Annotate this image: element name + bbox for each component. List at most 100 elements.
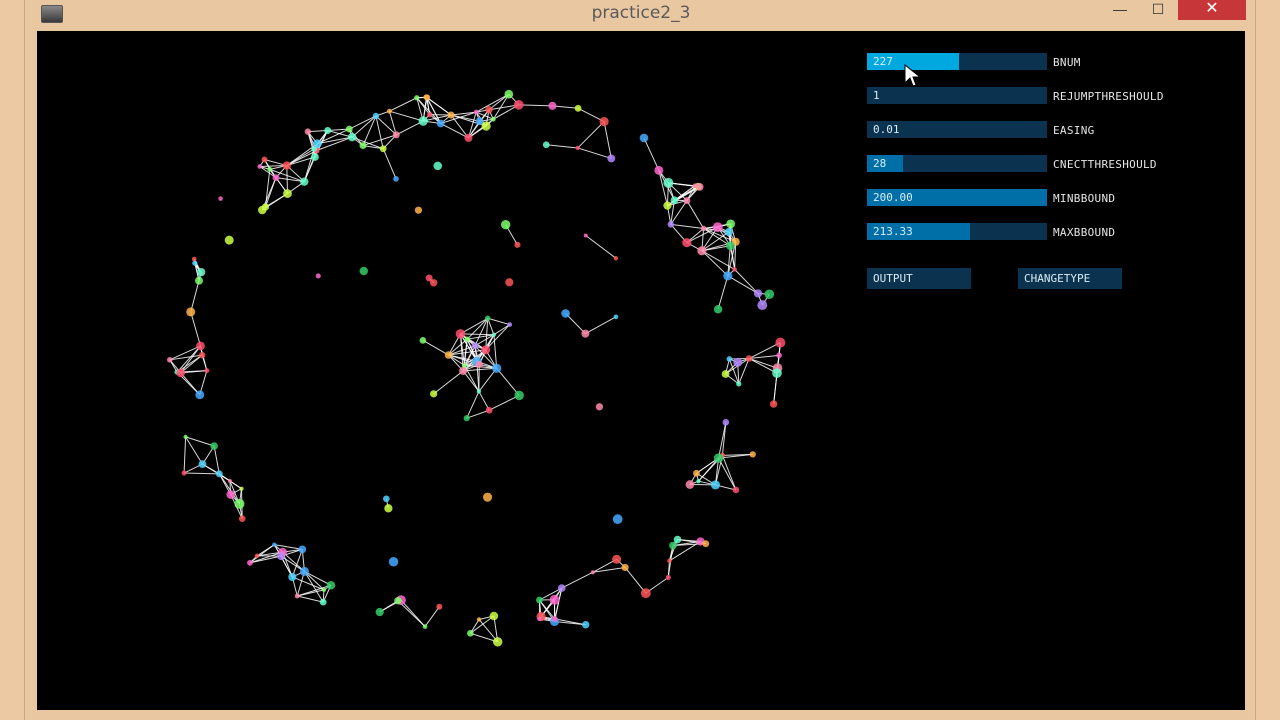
particle-dot xyxy=(226,490,236,499)
particle-dot xyxy=(736,381,742,387)
particle-dot xyxy=(345,125,353,133)
maxbbound-slider[interactable]: 213.33 xyxy=(867,223,1047,240)
particle-dot xyxy=(447,111,455,119)
particle-dot xyxy=(764,289,775,300)
particle-dot xyxy=(713,453,724,463)
particle-dot xyxy=(430,390,438,398)
particle-dot xyxy=(574,104,582,112)
close-button[interactable]: ✕ xyxy=(1178,0,1246,20)
particle-dot xyxy=(261,203,270,211)
particle-dot xyxy=(548,101,557,110)
particle-dot xyxy=(561,309,570,318)
particle-dot xyxy=(732,486,740,494)
particle-dot xyxy=(176,368,186,378)
particle-dot xyxy=(304,128,312,135)
particle-dot xyxy=(492,637,503,647)
particle-dot xyxy=(313,139,322,148)
particle-dot xyxy=(247,559,253,566)
particle-dot xyxy=(485,315,491,321)
particle-dot xyxy=(514,241,521,248)
particle-dot xyxy=(575,145,580,151)
particle-dot xyxy=(590,570,595,575)
cnectthreshould-slider[interactable]: 28 xyxy=(867,155,1047,172)
particle-dot xyxy=(359,266,368,276)
particle-dot xyxy=(467,629,474,637)
particle-dot xyxy=(471,342,479,350)
particle-dot xyxy=(227,478,232,483)
particle-dot xyxy=(444,351,453,359)
particle-dot xyxy=(394,597,402,605)
particle-dot xyxy=(315,273,321,279)
particle-dot xyxy=(215,470,223,478)
particle-dot xyxy=(613,255,619,261)
particle-dot xyxy=(384,504,393,513)
particle-dot xyxy=(621,563,629,572)
particle-dot xyxy=(775,337,786,348)
particle-dot xyxy=(224,235,234,245)
particle-dot xyxy=(294,593,300,599)
particle-dot xyxy=(640,588,651,599)
rejumpthreshould-label: REJUMPTHRESHOULD xyxy=(1053,90,1164,103)
minimize-button[interactable]: — xyxy=(1107,0,1133,20)
particle-dot xyxy=(196,341,205,351)
minbbound-slider[interactable]: 200.00 xyxy=(867,189,1047,206)
particle-dot xyxy=(196,267,206,277)
particle-dot xyxy=(414,95,420,101)
particle-dot xyxy=(769,400,778,408)
particle-dot xyxy=(639,133,649,143)
output-button[interactable]: OUTPUT xyxy=(867,268,971,289)
particle-dot xyxy=(464,133,473,142)
particle-dot xyxy=(257,164,263,169)
particle-dot xyxy=(583,233,588,238)
minbbound-label: MINBBOUND xyxy=(1053,192,1116,205)
particle-dot xyxy=(753,289,763,298)
maxbbound-label: MAXBBOUND xyxy=(1053,226,1116,239)
particle-dot xyxy=(288,572,297,582)
particle-dot xyxy=(261,156,268,163)
particle-dot xyxy=(181,470,187,476)
easing-slider[interactable]: 0.01 xyxy=(867,121,1047,138)
particle-dot xyxy=(713,305,723,314)
particle-dot xyxy=(195,390,205,400)
particle-dot xyxy=(607,154,616,163)
cnectthreshould-label: CNECTTHRESHOULD xyxy=(1053,158,1157,171)
particle-dot xyxy=(311,153,319,161)
maximize-button[interactable]: ☐ xyxy=(1145,0,1171,20)
particle-dot xyxy=(665,574,671,581)
particle-dot xyxy=(683,197,691,205)
changetype-button[interactable]: CHANGETYPE xyxy=(1018,268,1122,289)
particle-dot xyxy=(710,480,721,490)
particle-dot xyxy=(436,603,443,610)
particle-dot xyxy=(375,607,384,617)
particle-dot xyxy=(772,368,782,378)
particle-dot xyxy=(321,587,327,592)
particle-dot xyxy=(393,176,399,182)
particle-dot xyxy=(581,329,590,338)
particle-dot xyxy=(505,278,514,287)
particle-dot xyxy=(392,131,400,139)
title-bar[interactable]: practice2_3 — ☐ ✕ xyxy=(25,0,1257,28)
rejumpthreshould-slider[interactable]: 1 xyxy=(867,87,1047,104)
particle-dot xyxy=(204,368,210,374)
particle-dot xyxy=(557,584,566,592)
particle-dot xyxy=(272,174,280,182)
particle-dot xyxy=(696,479,701,484)
particle-dot xyxy=(481,345,491,355)
sketch-canvas[interactable]: 227 BNUM 1 REJUMPTHRESHOULD 0.01 EASING … xyxy=(37,31,1245,710)
particle-dot xyxy=(757,300,768,311)
particle-dot xyxy=(319,598,327,606)
particle-dot xyxy=(490,116,496,122)
particle-dot xyxy=(277,552,285,561)
particle-dot xyxy=(507,322,513,327)
particle-dot xyxy=(692,183,698,189)
bnum-slider[interactable]: 227 xyxy=(867,53,1047,70)
link-lines xyxy=(169,93,781,643)
particle-dot xyxy=(722,418,730,426)
particle-dot xyxy=(429,279,438,287)
particle-dot xyxy=(324,126,332,134)
particle-dot xyxy=(776,352,782,359)
particle-dot xyxy=(682,238,692,248)
particle-dot xyxy=(599,116,609,127)
particle-dot xyxy=(186,307,196,317)
particle-dot xyxy=(436,119,445,128)
